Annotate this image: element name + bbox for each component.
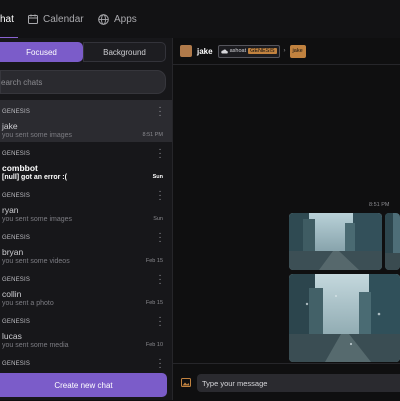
chat-name: bryan	[2, 247, 24, 257]
chat-name: ryan	[2, 205, 19, 215]
tab-apps-label: Apps	[114, 13, 137, 25]
more-options-icon[interactable]: · · ·	[157, 103, 163, 121]
tab-apps[interactable]: Apps	[98, 0, 137, 38]
chat-list: GENESIS jake you sent some images 8:51 P…	[0, 100, 172, 394]
chat-list-item[interactable]: GENESIS combbot [null] got an error :( S…	[0, 142, 172, 184]
community-breadcrumb[interactable]: ashoat GENESIS	[217, 44, 280, 58]
more-options-icon[interactable]: · · ·	[157, 271, 163, 289]
chat-time: Sun	[153, 216, 163, 222]
chat-preview: you sent some images	[2, 216, 73, 223]
more-options-icon[interactable]: · · ·	[157, 187, 163, 205]
avatar	[180, 45, 192, 57]
chat-name: combbot	[2, 163, 38, 173]
more-options-icon[interactable]: · · ·	[157, 145, 163, 163]
chat-time: Sun	[152, 174, 163, 180]
chat-time: Feb 10	[145, 342, 163, 348]
background-filter-button[interactable]: Background	[83, 42, 166, 62]
chat-name: collin	[2, 289, 22, 299]
chat-time: Feb 15	[145, 300, 163, 306]
community-tag: GENESIS	[2, 235, 31, 241]
chat-preview: you sent a photo	[2, 300, 54, 307]
message-input[interactable]: Type your message	[197, 374, 400, 392]
chat-preview: [null] got an error :(	[2, 174, 67, 181]
chat-list-item[interactable]: GENESIS collin you sent a photo Feb 15 ·…	[0, 268, 172, 310]
chat-preview: you sent some images	[2, 132, 73, 139]
cloud-icon	[220, 48, 228, 53]
chat-header: jake ashoat GENESIS › jake	[173, 38, 400, 65]
chat-time: 8:51 PM	[142, 132, 163, 138]
breadcrumb-user: ashoat	[229, 48, 247, 54]
message-placeholder: Type your message	[202, 378, 268, 388]
chat-time: Feb 15	[145, 258, 163, 264]
chat-list-pane: Focused Background earch chats GENESIS j…	[0, 38, 173, 400]
create-new-chat-button[interactable]: Create new chat	[0, 373, 167, 397]
message-timestamp: 8:51 PM	[369, 202, 390, 208]
more-options-icon[interactable]: · · ·	[157, 313, 163, 331]
community-tag: GENESIS	[2, 109, 31, 115]
breadcrumb-community: GENESIS	[248, 48, 277, 54]
community-tag: GENESIS	[2, 319, 31, 325]
community-tag: GENESIS	[2, 277, 31, 283]
conversation-pane: jake ashoat GENESIS › jake 8:51 PM Type …	[173, 38, 400, 400]
focused-filter-button[interactable]: Focused	[0, 42, 83, 62]
chat-list-item[interactable]: GENESIS jake you sent some images 8:51 P…	[0, 100, 172, 142]
chat-preview: you sent some media	[2, 342, 69, 349]
message-composer: Type your message	[173, 363, 400, 401]
globe-icon	[98, 13, 109, 25]
tab-calendar-label: Calendar	[43, 13, 84, 25]
chat-preview: you sent some videos	[2, 258, 70, 265]
chevron-right-icon: ›	[283, 48, 286, 54]
sent-image[interactable]	[289, 213, 382, 270]
chat-name: lucas	[2, 331, 22, 341]
breadcrumb-chat[interactable]: jake	[289, 44, 306, 58]
more-options-icon[interactable]: · · ·	[157, 229, 163, 247]
search-chats-input[interactable]: earch chats	[0, 70, 166, 94]
image-upload-icon[interactable]	[181, 378, 191, 387]
tab-chat[interactable]: hat	[0, 0, 18, 39]
chat-list-item[interactable]: GENESIS bryan you sent some videos Feb 1…	[0, 226, 172, 268]
chat-filter-toggle: Focused Background	[0, 42, 166, 62]
community-tag: GENESIS	[2, 151, 31, 157]
community-tag: GENESIS	[2, 361, 31, 367]
chat-list-item[interactable]: GENESIS lucas you sent some media Feb 10…	[0, 310, 172, 352]
sent-image[interactable]	[385, 213, 400, 270]
top-nav: hat Calendar Apps	[0, 0, 400, 39]
sent-image[interactable]	[289, 274, 400, 362]
more-options-icon[interactable]: · · ·	[157, 355, 163, 373]
chat-list-item[interactable]: GENESIS ryan you sent some images Sun · ·…	[0, 184, 172, 226]
chat-title: jake	[197, 46, 213, 56]
community-tag: GENESIS	[2, 193, 31, 199]
tab-calendar[interactable]: Calendar	[28, 0, 84, 38]
calendar-icon	[28, 14, 38, 24]
search-placeholder: earch chats	[1, 77, 43, 87]
tab-chat-label: hat	[0, 13, 14, 25]
chat-name: jake	[2, 121, 18, 131]
